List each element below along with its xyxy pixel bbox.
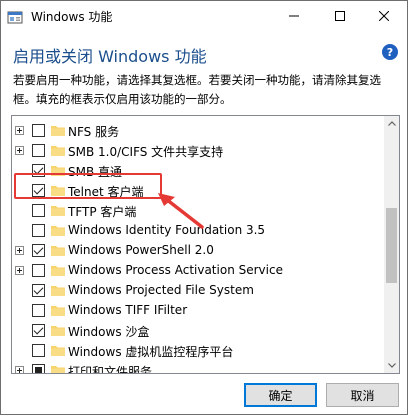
feature-checkbox[interactable] xyxy=(32,284,45,297)
title-bar[interactable]: Windows 功能 xyxy=(1,1,407,32)
folder-icon xyxy=(51,226,65,236)
scroll-up-button[interactable] xyxy=(384,116,399,131)
feature-label: 打印和文件服务 xyxy=(68,365,153,374)
feature-checkbox[interactable] xyxy=(32,204,45,217)
feature-row[interactable]: Windows PowerShell 2.0 xyxy=(12,240,382,260)
chevron-down-icon xyxy=(387,363,396,368)
feature-label: SMB 1.0/CIFS 文件共享支持 xyxy=(68,145,224,159)
scroll-down-button[interactable] xyxy=(384,358,399,373)
folder-icon xyxy=(51,346,65,356)
folder-icon xyxy=(51,286,65,296)
feature-label: TFTP 客户端 xyxy=(68,205,137,219)
feature-checkbox[interactable] xyxy=(32,324,45,337)
telnet-highlight-box xyxy=(14,173,162,199)
folder-icon xyxy=(51,126,65,136)
feature-label: NFS 服务 xyxy=(68,125,120,139)
expand-plus-icon[interactable] xyxy=(15,246,24,255)
dialog-heading: 启用或关闭 Windows 功能 xyxy=(13,47,207,66)
minimize-icon xyxy=(289,15,299,17)
maximize-button[interactable] xyxy=(317,1,363,31)
feature-label: Windows Process Activation Service xyxy=(68,263,283,277)
expand-plus-icon[interactable] xyxy=(15,146,24,155)
folder-icon xyxy=(51,246,65,256)
feature-row[interactable]: Windows 沙盒 xyxy=(12,320,382,340)
ok-button[interactable]: 确定 xyxy=(244,383,317,407)
feature-row[interactable]: SMB 1.0/CIFS 文件共享支持 xyxy=(12,140,382,160)
vertical-scrollbar[interactable] xyxy=(384,116,399,373)
close-button[interactable] xyxy=(361,1,407,31)
folder-icon xyxy=(51,206,65,216)
folder-icon xyxy=(51,266,65,276)
feature-label: Windows Projected File System xyxy=(68,283,254,297)
expand-plus-icon[interactable] xyxy=(15,366,24,373)
help-icon[interactable]: ? xyxy=(382,44,398,60)
windows-features-app-icon xyxy=(7,11,23,24)
chevron-up-icon xyxy=(387,121,396,126)
expand-plus-icon[interactable] xyxy=(15,266,24,275)
minimize-button[interactable] xyxy=(271,1,317,31)
features-tree-list[interactable]: NFS 服务 SMB 1.0/CIFS 文件共享支持 SMB 直通 Telnet 客户… xyxy=(11,115,400,374)
cancel-button[interactable]: 取消 xyxy=(326,383,399,407)
feature-checkbox[interactable] xyxy=(32,264,45,277)
feature-checkbox[interactable] xyxy=(32,304,45,317)
folder-icon xyxy=(51,306,65,316)
folder-icon xyxy=(51,146,65,156)
feature-row[interactable]: Windows Projected File System xyxy=(12,280,382,300)
feature-row[interactable]: NFS 服务 xyxy=(12,120,382,140)
feature-checkbox[interactable] xyxy=(32,224,45,237)
feature-label: Windows TIFF IFilter xyxy=(68,303,188,317)
feature-label: Windows 沙盒 xyxy=(68,325,150,339)
feature-checkbox[interactable] xyxy=(32,124,45,137)
window-title: Windows 功能 xyxy=(31,10,113,24)
feature-checkbox[interactable] xyxy=(32,364,45,373)
feature-row[interactable]: Windows TIFF IFilter xyxy=(12,300,382,320)
feature-row[interactable]: 打印和文件服务 xyxy=(12,360,382,374)
windows-features-dialog: Windows 功能 启用或关闭 Windows 功能 ? 若要启用一种功能，请… xyxy=(0,0,408,415)
scrollbar-thumb[interactable] xyxy=(386,208,397,283)
feature-checkbox[interactable] xyxy=(32,244,45,257)
expand-plus-icon[interactable] xyxy=(15,126,24,135)
folder-icon xyxy=(51,326,65,336)
folder-icon xyxy=(51,366,65,373)
feature-row[interactable]: Windows Process Activation Service xyxy=(12,260,382,280)
feature-label: Windows 虚拟机监控程序平台 xyxy=(68,345,234,359)
feature-checkbox[interactable] xyxy=(32,344,45,357)
feature-checkbox[interactable] xyxy=(32,144,45,157)
feature-row[interactable]: Windows 虚拟机监控程序平台 xyxy=(12,340,382,360)
close-icon xyxy=(379,11,389,21)
maximize-icon xyxy=(335,11,345,21)
feature-label: Windows PowerShell 2.0 xyxy=(68,243,214,257)
red-arrow-annotation xyxy=(158,193,204,229)
dialog-description: 若要启用一种功能，请选择其复选框。若要关闭一种功能，请清除其复选框。填充的框表示… xyxy=(13,73,381,106)
